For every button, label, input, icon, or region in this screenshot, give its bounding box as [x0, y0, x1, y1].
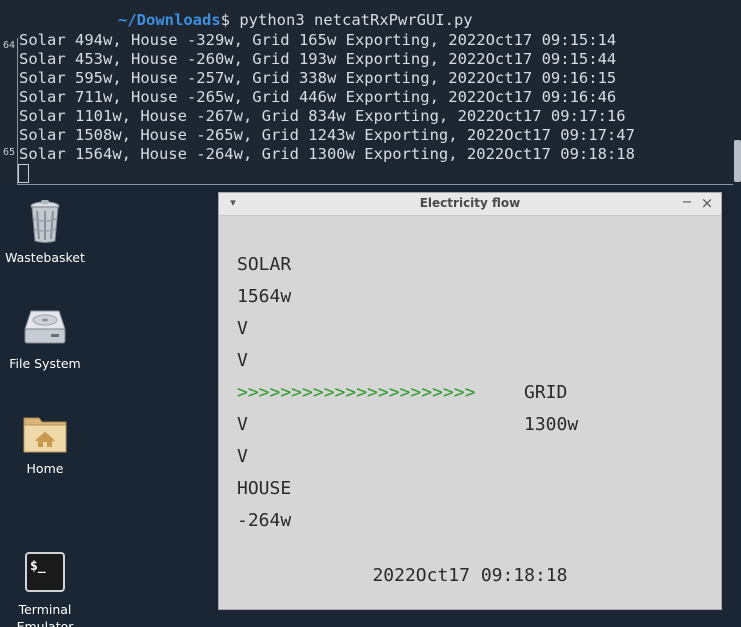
house-value: -264w: [237, 510, 292, 531]
prompt-path: ~/Downloads: [118, 11, 221, 29]
svg-text:$_: $_: [30, 559, 46, 574]
terminal-command: python3 netcatRxPwrGUI.py: [239, 11, 473, 29]
desktop-icon-terminal-emulator[interactable]: $_ Terminal Emulator: [0, 515, 90, 627]
terminal-output-line: Solar 1564w, House -264w, Grid 1300w Exp…: [19, 145, 635, 163]
terminal-divider: [17, 184, 733, 185]
flow-diagram: SOLAR 1564w V V >>>>>>>>>>>>>>>>>>>>>> G…: [219, 216, 721, 609]
grid-flow-arrow: >>>>>>>>>>>>>>>>>>>>>>: [237, 382, 476, 403]
screen: ~/Downloads$ python3 netcatRxPwrGUI.py 6…: [0, 0, 741, 627]
window-title: Electricity flow: [419, 196, 521, 210]
gutter-number: 65: [3, 147, 16, 158]
drive-icon: [21, 303, 69, 351]
terminal-icon: $_: [21, 532, 69, 592]
electricity-flow-window[interactable]: ▾ Electricity flow − × SOLAR 1564w V V >…: [218, 192, 722, 610]
desktop-icon-wastebasket[interactable]: Wastebasket: [0, 197, 90, 266]
terminal-scrollbar[interactable]: [733, 0, 741, 185]
trash-icon: [21, 197, 69, 245]
gutter-number: 64: [3, 40, 16, 51]
timestamp: 2022Oct17 09:18:18: [372, 565, 568, 586]
desktop-icon-home[interactable]: Home: [0, 408, 90, 477]
house-label: HOUSE: [237, 478, 292, 499]
scrollbar-thumb[interactable]: [734, 140, 741, 182]
down-arrow: V: [237, 350, 248, 371]
grid-value: 1300w: [524, 414, 579, 435]
down-arrow: V: [237, 318, 248, 339]
terminal-output-line: Solar 1508w, House -265w, Grid 1243w Exp…: [19, 126, 635, 144]
solar-label: SOLAR: [237, 254, 292, 275]
desktop-icon-label: File System: [9, 356, 81, 371]
minimize-button[interactable]: −: [679, 195, 695, 211]
terminal-output-line: Solar 595w, House -257w, Grid 338w Expor…: [19, 69, 617, 87]
desktop-icon-label: Terminal Emulator: [16, 602, 74, 627]
window-titlebar[interactable]: ▾ Electricity flow − ×: [219, 193, 721, 216]
terminal-output-line: Solar 453w, House -260w, Grid 193w Expor…: [19, 50, 617, 68]
solar-value: 1564w: [237, 286, 292, 307]
down-arrow: V: [237, 414, 248, 435]
prompt-symbol: $: [220, 11, 230, 29]
grid-label: GRID: [524, 382, 568, 403]
down-arrow: V: [237, 446, 248, 467]
home-folder-icon: [21, 408, 69, 456]
terminal-cursor: [18, 164, 29, 183]
terminal-divider: [17, 38, 18, 185]
desktop-icon-label: Home: [26, 461, 64, 476]
terminal-window[interactable]: ~/Downloads$ python3 netcatRxPwrGUI.py 6…: [0, 0, 741, 185]
terminal-output-line: Solar 711w, House -265w, Grid 446w Expor…: [19, 88, 617, 106]
desktop-icon-file-system[interactable]: File System: [0, 303, 90, 372]
close-button[interactable]: ×: [699, 195, 715, 211]
terminal-prompt-line: ~/Downloads$ python3 netcatRxPwrGUI.py: [19, 11, 473, 30]
terminal-output-line: Solar 494w, House -329w, Grid 165w Expor…: [19, 31, 617, 49]
desktop-icon-label: Wastebasket: [5, 250, 85, 265]
terminal-output-line: Solar 1101w, House -267w, Grid 834w Expo…: [19, 107, 626, 125]
